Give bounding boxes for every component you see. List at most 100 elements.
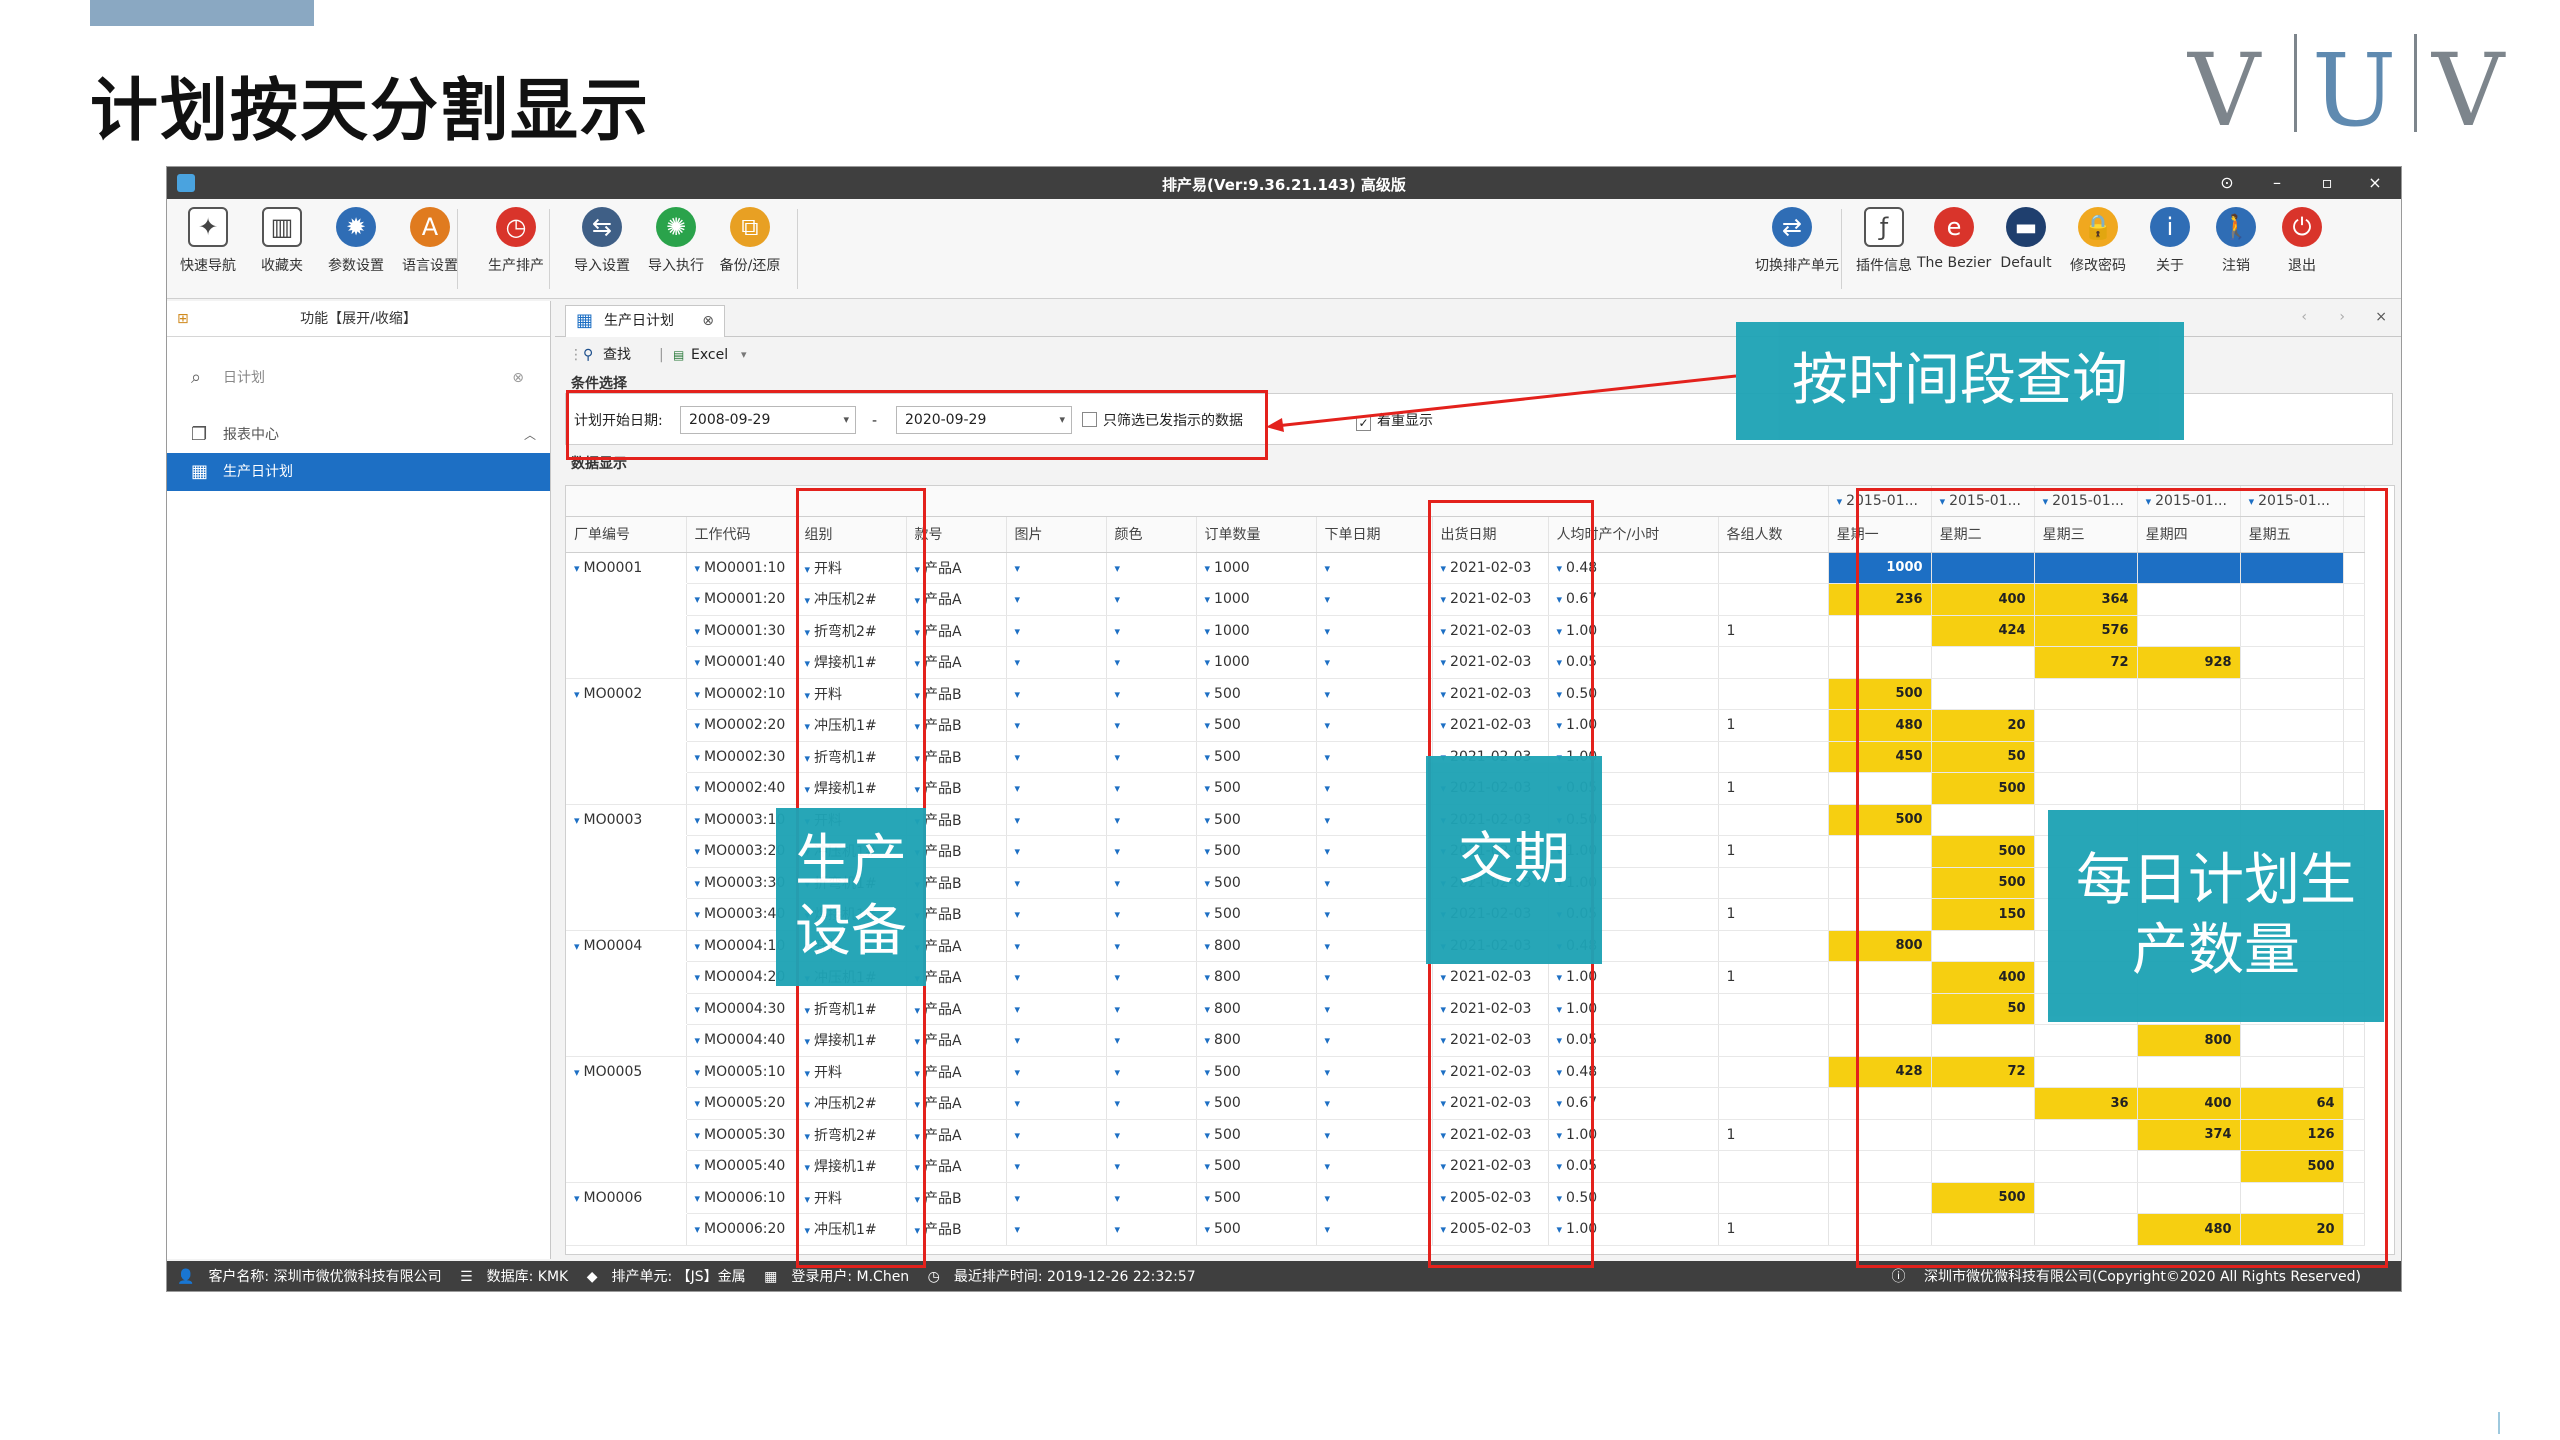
order-cell[interactable]: ▾ MO0006: [566, 1182, 687, 1214]
column-header[interactable]: 工作代码: [686, 516, 797, 553]
image-cell[interactable]: ▾: [1006, 1119, 1107, 1151]
image-cell[interactable]: ▾: [1006, 772, 1107, 805]
image-cell[interactable]: ▾: [1006, 646, 1107, 679]
order-date-cell[interactable]: ▾: [1316, 835, 1433, 868]
close-button[interactable]: ×: [2361, 172, 2389, 194]
menu-group-report-center[interactable]: ❐ 报表中心 ︿: [167, 417, 550, 453]
color-cell[interactable]: ▾: [1106, 678, 1197, 710]
color-cell[interactable]: ▾: [1106, 804, 1197, 836]
image-cell[interactable]: ▾: [1006, 1087, 1107, 1120]
order-date-cell[interactable]: ▾: [1316, 867, 1433, 899]
toolbar-button-right-7[interactable]: ⏻ 退出: [2265, 207, 2339, 275]
people-cell[interactable]: 1: [1718, 615, 1829, 647]
order-date-cell[interactable]: ▾: [1316, 1119, 1433, 1151]
people-cell[interactable]: [1718, 646, 1829, 679]
work-code-cell[interactable]: ▾ MO0006:20: [686, 1213, 797, 1246]
work-code-cell[interactable]: ▾ MO0005:20: [686, 1087, 797, 1120]
people-cell[interactable]: [1718, 1182, 1829, 1214]
toolbar-button-left-4[interactable]: ◷ 生产排产: [479, 207, 553, 275]
work-code-cell[interactable]: ▾ MO0002:40: [686, 772, 797, 805]
work-code-cell[interactable]: ▾ MO0002:20: [686, 709, 797, 742]
close-all-tabs-icon[interactable]: ×: [2375, 309, 2387, 325]
quantity-cell[interactable]: ▾ 1000: [1196, 552, 1317, 584]
toolbar-button-left-0[interactable]: ✦ 快速导航: [171, 207, 245, 275]
toolbar-button-right-4[interactable]: 🔒 修改密码: [2061, 207, 2135, 275]
work-code-cell[interactable]: ▾ MO0004:30: [686, 993, 797, 1025]
order-cell[interactable]: [566, 1087, 687, 1120]
column-header[interactable]: 图片: [1006, 516, 1107, 553]
order-date-cell[interactable]: ▾: [1316, 930, 1433, 962]
order-date-cell[interactable]: ▾: [1316, 678, 1433, 710]
order-cell[interactable]: [566, 741, 687, 773]
work-code-cell[interactable]: ▾ MO0001:20: [686, 583, 797, 616]
clear-search-icon[interactable]: ⊗: [512, 357, 524, 399]
color-cell[interactable]: ▾: [1106, 741, 1197, 773]
image-cell[interactable]: ▾: [1006, 678, 1107, 710]
quantity-cell[interactable]: ▾ 500: [1196, 1150, 1317, 1183]
work-code-cell[interactable]: ▾ MO0004:40: [686, 1024, 797, 1057]
people-cell[interactable]: [1718, 583, 1829, 616]
order-date-cell[interactable]: ▾: [1316, 898, 1433, 931]
color-cell[interactable]: ▾: [1106, 552, 1197, 584]
people-cell[interactable]: [1718, 552, 1829, 584]
color-cell[interactable]: ▾: [1106, 646, 1197, 679]
order-date-cell[interactable]: ▾: [1316, 646, 1433, 679]
close-tab-icon[interactable]: ⊗: [702, 306, 714, 336]
quantity-cell[interactable]: ▾ 500: [1196, 898, 1317, 931]
color-cell[interactable]: ▾: [1106, 1024, 1197, 1057]
toolbar-button-left-7[interactable]: ⧉ 备份/还原: [713, 207, 787, 275]
work-code-cell[interactable]: ▾ MO0001:30: [686, 615, 797, 647]
order-cell[interactable]: [566, 1213, 687, 1246]
people-cell[interactable]: 1: [1718, 1213, 1829, 1246]
people-cell[interactable]: [1718, 678, 1829, 710]
quantity-cell[interactable]: ▾ 800: [1196, 993, 1317, 1025]
quantity-cell[interactable]: ▾ 1000: [1196, 646, 1317, 679]
quantity-cell[interactable]: ▾ 500: [1196, 678, 1317, 710]
order-date-cell[interactable]: ▾: [1316, 741, 1433, 773]
image-cell[interactable]: ▾: [1006, 804, 1107, 836]
quantity-cell[interactable]: ▾ 500: [1196, 804, 1317, 836]
color-cell[interactable]: ▾: [1106, 898, 1197, 931]
quantity-cell[interactable]: ▾ 800: [1196, 930, 1317, 962]
minimize-button[interactable]: –: [2263, 172, 2291, 194]
people-cell[interactable]: [1718, 930, 1829, 962]
work-code-cell[interactable]: ▾ MO0002:10: [686, 678, 797, 710]
tab-scroll-right-icon[interactable]: ›: [2339, 309, 2345, 325]
people-cell[interactable]: 1: [1718, 835, 1829, 868]
order-cell[interactable]: [566, 867, 687, 899]
image-cell[interactable]: ▾: [1006, 835, 1107, 868]
work-code-cell[interactable]: ▾ MO0001:40: [686, 646, 797, 679]
toolbar-button-right-2[interactable]: e The Bezier: [1917, 207, 1991, 271]
order-date-cell[interactable]: ▾: [1316, 709, 1433, 742]
toolbar-button-left-2[interactable]: ✹ 参数设置: [319, 207, 393, 275]
order-cell[interactable]: ▾ MO0003: [566, 804, 687, 836]
people-cell[interactable]: [1718, 741, 1829, 773]
image-cell[interactable]: ▾: [1006, 898, 1107, 931]
toolbar-button-right-1[interactable]: ƒ 插件信息: [1847, 207, 1921, 275]
image-cell[interactable]: ▾: [1006, 1213, 1107, 1246]
color-cell[interactable]: ▾: [1106, 1182, 1197, 1214]
work-code-cell[interactable]: ▾ MO0002:30: [686, 741, 797, 773]
people-cell[interactable]: [1718, 1024, 1829, 1057]
order-date-cell[interactable]: ▾: [1316, 1182, 1433, 1214]
column-header[interactable]: 颜色: [1106, 516, 1197, 553]
order-date-cell[interactable]: ▾: [1316, 1024, 1433, 1057]
work-code-cell[interactable]: ▾ MO0005:40: [686, 1150, 797, 1183]
color-cell[interactable]: ▾: [1106, 930, 1197, 962]
toolbar-button-right-5[interactable]: i 关于: [2133, 207, 2207, 275]
order-date-cell[interactable]: ▾: [1316, 1087, 1433, 1120]
order-cell[interactable]: [566, 583, 687, 616]
image-cell[interactable]: ▾: [1006, 961, 1107, 994]
order-cell[interactable]: ▾ MO0004: [566, 930, 687, 962]
order-date-cell[interactable]: ▾: [1316, 552, 1433, 584]
image-cell[interactable]: ▾: [1006, 867, 1107, 899]
quantity-cell[interactable]: ▾ 500: [1196, 709, 1317, 742]
people-cell[interactable]: [1718, 1056, 1829, 1088]
quantity-cell[interactable]: ▾ 500: [1196, 835, 1317, 868]
order-date-cell[interactable]: ▾: [1316, 1150, 1433, 1183]
image-cell[interactable]: ▾: [1006, 583, 1107, 616]
quantity-cell[interactable]: ▾ 500: [1196, 1087, 1317, 1120]
people-cell[interactable]: 1: [1718, 772, 1829, 805]
column-header[interactable]: 厂单编号: [566, 516, 687, 553]
order-cell[interactable]: ▾ MO0001: [566, 552, 687, 584]
